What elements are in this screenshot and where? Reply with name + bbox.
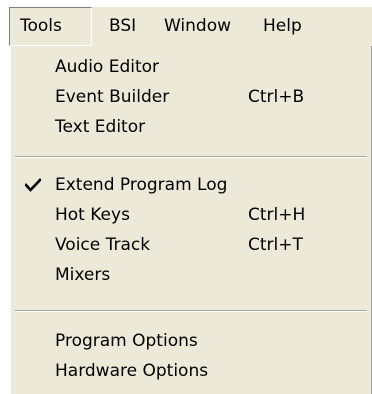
menu-window[interactable]: Window [164,7,231,46]
menu-item-label: Event Builder [55,87,170,107]
menu-item-label: Text Editor [55,117,146,137]
menu-item-hardware-options[interactable]: Hardware Options [11,356,370,386]
menu-item-event-builder[interactable]: Event Builder Ctrl+B [11,82,370,112]
menu-bar: Tools BSI Window Help [9,7,372,46]
menu-item-shortcut: Ctrl+B [248,87,305,107]
menu-item-shortcut: Ctrl+H [248,205,306,225]
menu-help[interactable]: Help [263,7,302,46]
menu-item-extend-program-log[interactable]: Extend Program Log [11,170,370,200]
menu-item-label: Hardware Options [55,361,209,381]
menu-item-program-options[interactable]: Program Options [11,326,370,356]
check-icon [25,178,41,192]
menu-item-mixers[interactable]: Mixers [11,260,370,290]
menu-item-voice-track[interactable]: Voice Track Ctrl+T [11,230,370,260]
menu-separator [15,156,367,158]
menu-item-audio-editor[interactable]: Audio Editor [11,52,370,82]
menu-item-text-editor[interactable]: Text Editor [11,112,370,142]
menu-item-label: Audio Editor [55,57,160,77]
menu-item-hot-keys[interactable]: Hot Keys Ctrl+H [11,200,370,230]
menu-item-label: Program Options [55,331,198,351]
menu-separator [15,310,367,312]
menu-item-label: Mixers [55,265,111,285]
tools-dropdown-menu: Audio Editor Event Builder Ctrl+B Text E… [9,46,372,394]
menu-tools[interactable]: Tools [9,7,92,46]
menu-item-label: Voice Track [55,235,151,255]
menu-item-shortcut: Ctrl+T [248,235,303,255]
menu-item-label: Extend Program Log [55,175,228,195]
menu-bsi[interactable]: BSI [109,7,136,46]
menu-item-label: Hot Keys [55,205,130,225]
